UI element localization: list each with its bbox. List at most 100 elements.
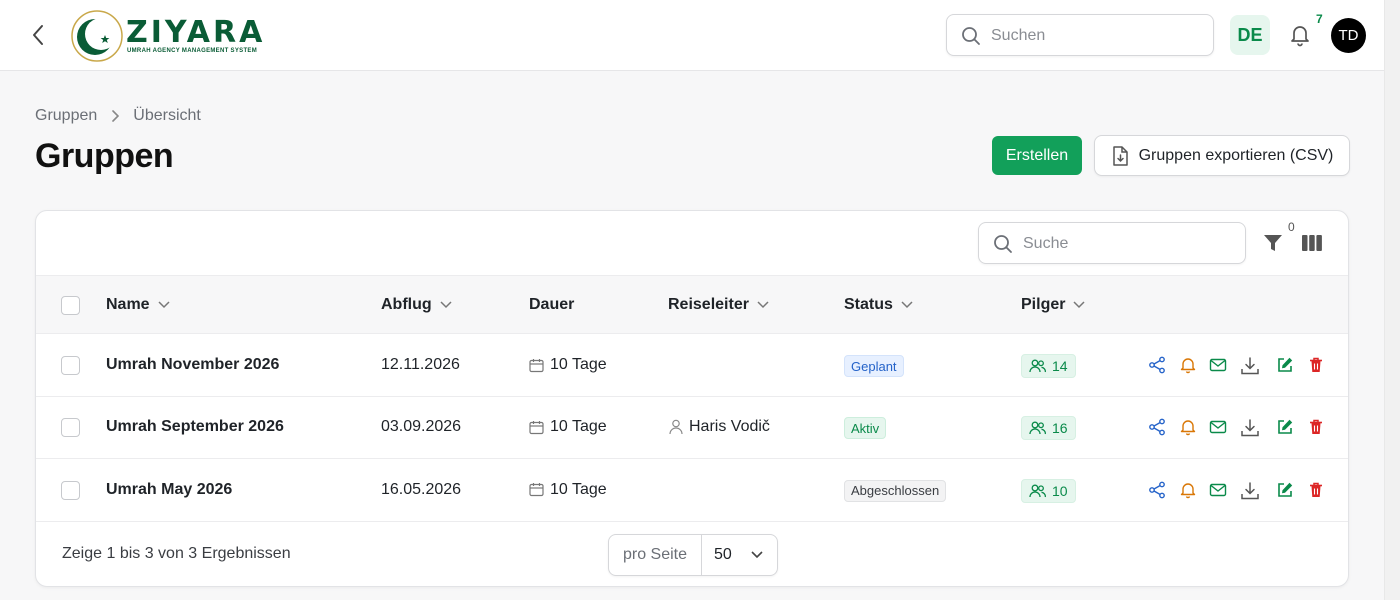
breadcrumb-parent[interactable]: Gruppen <box>35 107 97 125</box>
column-header-leader[interactable]: Reiseleiter <box>668 296 769 314</box>
table-search-input[interactable] <box>1023 233 1233 255</box>
export-label: Gruppen exportieren (CSV) <box>1138 146 1334 164</box>
mail-icon[interactable] <box>1209 418 1227 436</box>
row-checkbox[interactable] <box>61 480 80 500</box>
page-title: Gruppen <box>35 137 174 175</box>
column-header-status[interactable]: Status <box>844 296 913 314</box>
bell-icon[interactable] <box>1179 418 1197 436</box>
edit-icon[interactable] <box>1276 356 1294 374</box>
calendar-icon <box>529 483 544 497</box>
column-header-departure[interactable]: Abflug <box>381 296 452 314</box>
table-header: Name Abflug Dauer Reiseleiter Status Pil… <box>36 276 1348 334</box>
table-row[interactable]: Umrah November 2026 12.11.2026 10 Tage Gepl… <box>36 335 1348 397</box>
users-icon <box>1029 359 1046 373</box>
groups-table-card: 0 Name Abflug Dauer Reiseleiter Status P… <box>35 210 1349 587</box>
pilgrim-count: 10 <box>1052 482 1068 499</box>
breadcrumb-current: Übersicht <box>133 107 201 124</box>
delete-icon[interactable] <box>1307 481 1325 499</box>
share-icon[interactable] <box>1148 356 1166 374</box>
file-download-icon <box>1112 145 1128 166</box>
column-header-name[interactable]: Name <box>106 296 170 314</box>
create-button[interactable]: Erstellen <box>992 136 1082 175</box>
filter-icon[interactable] <box>1262 232 1284 254</box>
per-page-value: 50 <box>714 546 732 563</box>
calendar-icon <box>529 358 544 372</box>
edit-icon[interactable] <box>1276 418 1294 436</box>
duration: 10 Tage <box>529 481 607 499</box>
pilgrim-count: 16 <box>1052 420 1068 437</box>
column-header-pilgrims[interactable]: Pilger <box>1021 296 1085 314</box>
logo-subtitle: UMRAH AGENCY MANAGEMENT SYSTEM <box>127 48 258 54</box>
mail-icon[interactable] <box>1209 481 1227 499</box>
table-row[interactable]: Umrah May 2026 16.05.2026 10 Tage Abgeschlo… <box>36 460 1348 522</box>
share-icon[interactable] <box>1148 481 1166 499</box>
chevron-down-icon <box>440 301 452 309</box>
mail-icon[interactable] <box>1209 356 1227 374</box>
group-name[interactable]: Umrah September 2026 <box>106 418 284 436</box>
search-icon <box>994 235 1012 253</box>
share-icon[interactable] <box>1148 418 1166 436</box>
bell-icon[interactable] <box>1179 481 1197 499</box>
chevron-down-icon <box>901 301 913 309</box>
delete-icon[interactable] <box>1307 418 1325 436</box>
departure-date: 16.05.2026 <box>381 480 462 498</box>
language-button[interactable]: DE <box>1230 15 1270 55</box>
column-label: Name <box>106 296 150 313</box>
back-button[interactable] <box>26 22 50 48</box>
duration: 10 Tage <box>529 356 607 374</box>
departure-date: 03.09.2026 <box>381 418 462 436</box>
duration: 10 Tage <box>529 418 607 436</box>
table-search[interactable] <box>978 222 1246 264</box>
logo-text: ZIYARA <box>126 15 266 50</box>
chevron-down-icon <box>1073 301 1085 309</box>
pilgrim-count: 14 <box>1052 358 1068 374</box>
group-name[interactable]: Umrah November 2026 <box>106 356 279 374</box>
column-label: Dauer <box>529 296 575 313</box>
columns-icon[interactable] <box>1302 234 1322 252</box>
pilgrim-count-badge: 10 <box>1021 478 1076 503</box>
notification-count: 7 <box>1316 12 1323 26</box>
chevron-right-icon <box>112 110 120 122</box>
select-all-checkbox[interactable] <box>61 296 80 315</box>
column-header-duration: Dauer <box>529 296 574 314</box>
column-label: Status <box>844 296 893 313</box>
status-badge: Geplant <box>844 355 904 377</box>
bell-icon[interactable] <box>1179 356 1197 374</box>
download-icon[interactable] <box>1240 356 1259 375</box>
user-avatar[interactable]: TD <box>1331 18 1366 53</box>
pilgrim-count-badge: 16 <box>1021 416 1076 441</box>
notifications-button[interactable] <box>1288 22 1312 48</box>
per-page-label: pro Seite <box>609 535 702 575</box>
download-icon[interactable] <box>1240 481 1259 499</box>
breadcrumb: Gruppen Übersicht <box>35 107 201 125</box>
global-search-input[interactable] <box>991 25 1201 47</box>
group-name[interactable]: Umrah May 2026 <box>106 481 232 499</box>
export-csv-button[interactable]: Gruppen exportieren (CSV) <box>1094 135 1350 176</box>
duration-text: 10 Tage <box>550 356 607 373</box>
column-label: Abflug <box>381 296 432 313</box>
users-icon <box>1029 484 1046 497</box>
download-icon[interactable] <box>1240 418 1259 437</box>
user-icon <box>669 419 683 435</box>
chevron-down-icon <box>158 301 170 309</box>
status-badge: Aktiv <box>844 417 887 440</box>
table-row[interactable]: Umrah September 2026 03.09.2026 10 Tage Har… <box>36 397 1348 460</box>
crescent-star-icon <box>71 10 123 62</box>
chevron-left-icon <box>33 25 43 45</box>
per-page-selector[interactable]: pro Seite 50 <box>608 534 778 576</box>
table-toolbar: 0 <box>36 211 1348 276</box>
edit-icon[interactable] <box>1276 481 1294 499</box>
users-icon <box>1029 421 1046 435</box>
duration-text: 10 Tage <box>550 480 607 498</box>
calendar-icon <box>529 420 544 434</box>
row-checkbox[interactable] <box>61 356 80 375</box>
page-scrollbar[interactable] <box>1384 0 1400 600</box>
per-page-select[interactable]: 50 <box>702 535 777 575</box>
row-checkbox[interactable] <box>61 418 80 438</box>
bell-icon <box>1291 26 1309 47</box>
global-search[interactable] <box>946 14 1214 56</box>
logo: ZIYARA UMRAH AGENCY MANAGEMENT SYSTEM <box>70 10 262 62</box>
search-icon <box>962 27 980 45</box>
departure-date: 12.11.2026 <box>381 356 460 373</box>
delete-icon[interactable] <box>1307 356 1325 374</box>
